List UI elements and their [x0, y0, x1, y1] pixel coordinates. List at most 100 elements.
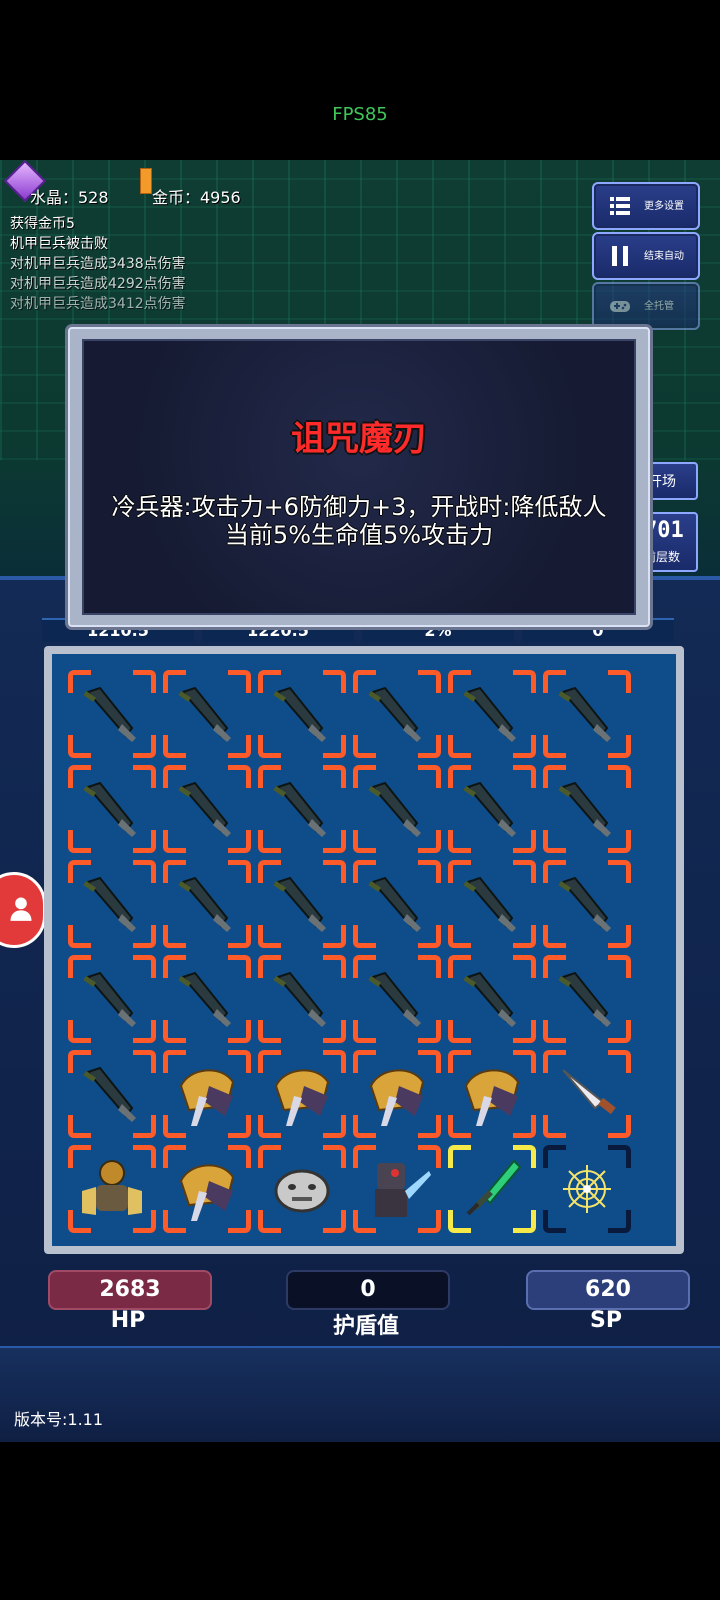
inventory-slot-cursed-blade[interactable] — [258, 670, 346, 758]
inventory-slot-gold-gauntlet[interactable] — [258, 1050, 346, 1138]
pause-icon — [612, 246, 628, 266]
version-label: 版本号:1.11 — [14, 1410, 104, 1429]
cursed-blade-icon — [558, 781, 611, 837]
cursed-blade-icon — [83, 1066, 136, 1122]
gold-gauntlet-icon — [179, 1164, 235, 1221]
full-auto-button[interactable]: 全托管 — [592, 282, 700, 330]
gold-count: 金币：4956 — [152, 188, 241, 207]
start-label: 开场 — [648, 474, 676, 490]
popup-body: 诅咒魔刃 冷兵器:攻击力+6防御力+3，开战时:降低敌人当前5%生命值5%攻击力 — [82, 339, 636, 615]
cursed-blade-icon — [368, 686, 421, 742]
cursed-blade-icon — [273, 876, 326, 932]
inventory-slot-cursed-blade[interactable] — [163, 670, 251, 758]
cursed-blade-icon — [463, 876, 516, 932]
cursed-blade-icon — [273, 686, 326, 742]
inventory-slot-cursed-blade[interactable] — [163, 860, 251, 948]
cursed-blade-icon — [83, 971, 136, 1027]
inventory-frame — [44, 646, 684, 1254]
sp-value: 620 — [526, 1270, 690, 1310]
cursed-blade-icon — [178, 686, 231, 742]
full-auto-label: 全托管 — [644, 301, 674, 312]
inventory-slot-cursed-blade[interactable] — [543, 670, 631, 758]
jade-sword-icon — [466, 1159, 522, 1216]
inventory-slot-cursed-blade[interactable] — [448, 955, 536, 1043]
log-line: 机甲巨兵被击败 — [10, 236, 108, 252]
cursed-blade-icon — [273, 781, 326, 837]
inventory-slot-gold-gauntlet[interactable] — [353, 1050, 441, 1138]
inventory-slot-cursed-blade[interactable] — [543, 860, 631, 948]
hp-label: HP — [110, 1308, 146, 1333]
inventory-slot-cursed-blade[interactable] — [353, 670, 441, 758]
log-line: 对机甲巨兵造成3412点伤害 — [10, 296, 186, 312]
battle-log: 获得金币5 机甲巨兵被击败 对机甲巨兵造成3438点伤害 对机甲巨兵造成4292… — [10, 214, 186, 314]
inventory-slot-cursed-blade[interactable] — [353, 860, 441, 948]
inventory-slot-jade-sword[interactable] — [448, 1145, 536, 1233]
inventory-slot-cursed-blade[interactable] — [68, 955, 156, 1043]
gold-gauntlet-icon — [464, 1069, 520, 1126]
shield-value: 0 — [286, 1270, 450, 1310]
inventory-slot-cursed-blade[interactable] — [163, 765, 251, 853]
cursed-blade-icon — [368, 781, 421, 837]
item-title: 诅咒魔刃 — [291, 419, 427, 459]
inventory-slot-cursed-blade[interactable] — [258, 765, 346, 853]
inventory-slot-cursed-blade[interactable] — [68, 860, 156, 948]
inventory-slot-cursed-blade[interactable] — [68, 1050, 156, 1138]
fps-counter: FPS85 — [332, 104, 388, 125]
cursed-blade-icon — [463, 686, 516, 742]
cursed-blade-icon — [558, 686, 611, 742]
inventory-slot-cursed-blade[interactable] — [353, 955, 441, 1043]
gold-gauntlet-icon — [179, 1069, 235, 1126]
crystal-count: 水晶：528 — [30, 188, 109, 207]
cursed-blade-icon — [558, 876, 611, 932]
inventory-slot-cursed-blade[interactable] — [258, 860, 346, 948]
inventory-slot-gold-gauntlet[interactable] — [163, 1145, 251, 1233]
inventory-slot-golden-web[interactable] — [543, 1145, 631, 1233]
more-settings-label: 更多设置 — [644, 201, 684, 212]
cursed-blade-icon — [273, 971, 326, 1027]
stone-mask-icon — [274, 1169, 330, 1213]
inventory-slot-gold-gauntlet[interactable] — [163, 1050, 251, 1138]
inventory-slot-cursed-blade[interactable] — [68, 670, 156, 758]
gold-gauntlet-icon — [369, 1069, 425, 1126]
inventory-slot-cursed-blade[interactable] — [353, 765, 441, 853]
inventory-slot-gold-gauntlet[interactable] — [448, 1050, 536, 1138]
footer-panel — [0, 1346, 720, 1442]
cursed-blade-icon — [178, 971, 231, 1027]
cursed-blade-icon — [368, 876, 421, 932]
inventory-grid — [52, 654, 676, 1246]
inventory-slot-cursed-blade[interactable] — [448, 670, 536, 758]
inventory-slot-mech-warrior[interactable] — [68, 1145, 156, 1233]
inventory-slot-cursed-blade[interactable] — [163, 955, 251, 1043]
inventory-slot-kitchen-knife[interactable] — [543, 1050, 631, 1138]
gamepad-icon — [610, 301, 630, 312]
inventory-slot-cursed-blade[interactable] — [68, 765, 156, 853]
end-auto-label: 结束自动 — [644, 251, 684, 262]
cursed-blade-icon — [178, 876, 231, 932]
inventory-slot-cursed-blade[interactable] — [543, 765, 631, 853]
log-line: 对机甲巨兵造成4292点伤害 — [10, 276, 186, 292]
inventory-slot-cursed-blade[interactable] — [258, 955, 346, 1043]
cursed-blade-icon — [83, 686, 136, 742]
sp-label: SP — [590, 1308, 622, 1333]
item-detail-popup[interactable]: 诅咒魔刃 冷兵器:攻击力+6防御力+3，开战时:降低敌人当前5%生命值5%攻击力 — [68, 327, 650, 627]
gold-icon — [140, 168, 152, 194]
cursed-blade-icon — [83, 876, 136, 932]
cursed-blade-icon — [368, 971, 421, 1027]
gold-gauntlet-icon — [274, 1069, 330, 1126]
inventory-slot-stone-mask[interactable] — [258, 1145, 346, 1233]
cursed-blade-icon — [463, 971, 516, 1027]
end-auto-button[interactable]: 结束自动 — [592, 232, 700, 280]
item-description: 冷兵器:攻击力+6防御力+3，开战时:降低敌人当前5%生命值5%攻击力 — [111, 493, 607, 549]
more-settings-button[interactable]: 更多设置 — [592, 182, 700, 230]
inventory-slot-cursed-blade[interactable] — [543, 955, 631, 1043]
inventory-slot-dark-knight[interactable] — [353, 1145, 441, 1233]
cursed-blade-icon — [558, 971, 611, 1027]
mech-warrior-icon — [82, 1160, 142, 1215]
dark-knight-icon — [375, 1163, 431, 1217]
inventory-slot-cursed-blade[interactable] — [448, 860, 536, 948]
log-line: 获得金币5 — [10, 216, 75, 232]
log-line: 对机甲巨兵造成3438点伤害 — [10, 256, 186, 272]
inventory-slot-cursed-blade[interactable] — [448, 765, 536, 853]
user-icon — [10, 897, 32, 921]
golden-web-icon — [563, 1165, 611, 1213]
